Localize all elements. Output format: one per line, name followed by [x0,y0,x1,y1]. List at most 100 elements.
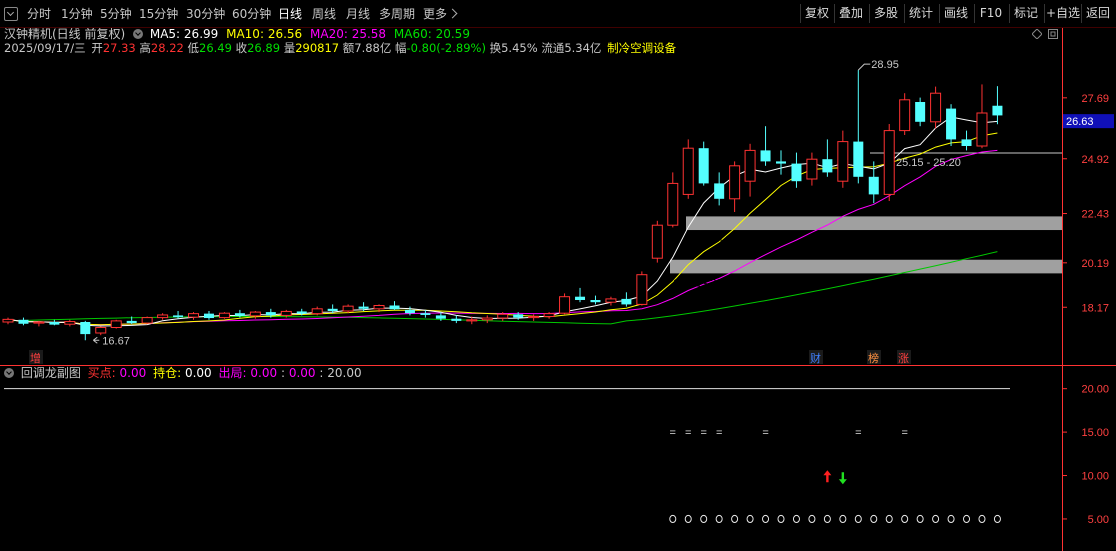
candle-body-down [621,298,632,305]
candle-body-down [173,315,184,318]
event-marker: 增 [30,351,41,365]
candle-body-down [868,176,879,195]
band-label-2: 21.68 - 22.30 [688,234,753,246]
candle-body-up [528,316,540,319]
candle-body-up [466,319,478,322]
signal-circle [808,514,816,524]
y-tick-label: 24.92 [1081,154,1109,166]
candle-body-down [234,313,245,316]
candle-body-up [651,224,663,259]
signal-circle [700,514,708,524]
candle-body-down [915,102,926,122]
candle-body-up [188,313,200,318]
candle-body-down [203,313,214,319]
candle-body-down [760,150,771,162]
candle-body-up [605,298,617,303]
candlestick-chart[interactable]: 27.69 24.92 22.43 20.19 18.17 26.63 28.95 16.6… [0,0,1116,551]
sub-y-tick-label: 15.00 [1081,427,1109,439]
candle-body-down [451,318,462,321]
candle-body-down [80,322,91,335]
y-tick-label: 20.19 [1081,258,1109,270]
event-marker: 财 [810,351,821,365]
signal-circle [684,514,692,524]
candle-body-up [636,274,648,305]
candle-body-up [667,182,679,226]
min-label: 16.67 [102,335,130,347]
candle-body-up [481,317,493,321]
candle-body-down [358,306,369,309]
signal-mark: = [716,427,722,439]
signal-circle [916,514,924,524]
up-arrow-icon [823,470,832,483]
signal-circle [839,514,847,524]
candle-body-down [961,139,972,146]
candle-body-down [296,311,307,314]
signal-circle [746,514,754,524]
signal-mark: = [855,427,861,439]
candle-body-down [791,163,802,182]
signal-circle [978,514,986,524]
signal-circle [885,514,893,524]
signal-circle [669,514,677,524]
candle-body-down [776,161,786,164]
candle-body-up [883,130,895,195]
signal-circle [777,514,785,524]
candle-body-down [946,108,957,140]
event-marker: 涨 [898,352,909,365]
band-label-1: 25.15 - 25.20 [896,157,961,169]
candle-body-up [930,92,942,123]
candle-body-down [590,300,601,303]
candle-body-up [311,308,323,315]
event-marker: 榜 [868,351,879,365]
candle-body-up [249,311,261,317]
max-label: 28.95 [871,59,899,71]
candle-body-down [420,313,431,315]
y-tick-label: 22.43 [1081,209,1109,221]
candle-body-down [714,183,725,199]
candle-body-down [822,159,833,173]
signal-circle [932,514,940,524]
candle-body-down [265,312,276,316]
signal-mark: = [762,427,768,439]
candle-body-up [559,296,571,314]
candle-body-up [373,305,385,310]
candle-body-up [280,310,292,316]
candle-body-up [141,317,153,324]
candle-body-up [110,320,122,328]
candle-body-up [64,321,76,325]
candle-body-up [497,313,509,319]
candle-body-up [729,165,741,200]
candle-body-down [18,319,29,324]
candle-body-down [49,322,60,325]
sub-y-tick-label: 5.00 [1088,514,1109,526]
signal-circle [854,514,862,524]
signal-circle [963,514,971,524]
candle-body-up [342,305,354,312]
candle-body-down [327,308,338,311]
signal-mark: = [901,427,907,439]
candle-body-down [389,305,400,310]
candle-body-up [976,112,988,147]
signal-circle [762,514,770,524]
candle-body-up [806,158,818,180]
signal-circle [823,514,831,524]
candle-body-up [543,313,555,318]
current-price-label: 26.63 [1066,116,1094,128]
candle-body-up [837,141,849,182]
candle-body-up [682,147,694,195]
sub-y-tick-label: 20.00 [1081,384,1109,396]
max-pointer [857,63,871,71]
band-label-3: 19.71 - 20.33 [673,277,738,289]
signal-mark: = [685,427,691,439]
candle-body-up [33,321,45,324]
signal-circle [792,514,800,524]
signal-mark: = [700,427,706,439]
candle-body-down [513,314,524,318]
signal-circle [901,514,909,524]
signal-circle [870,514,878,524]
ma20-line [7,149,998,326]
candle-body-up [157,314,169,319]
support-band-1 [686,216,1062,231]
signal-circle [715,514,723,524]
signal-circle [731,514,739,524]
